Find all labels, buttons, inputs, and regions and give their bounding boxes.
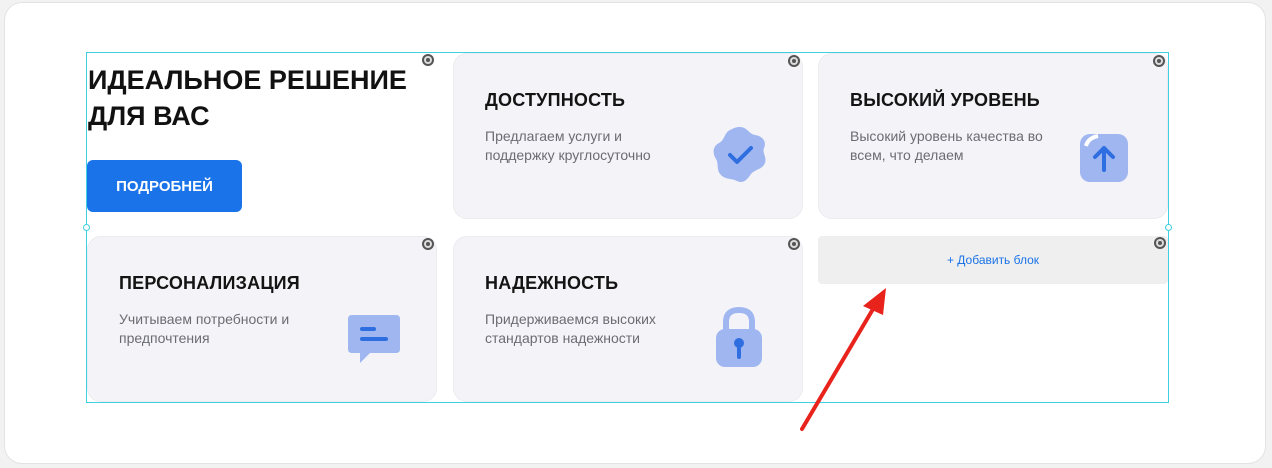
more-button[interactable]: ПОДРОБНЕЙ <box>87 160 242 212</box>
settings-gear-icon[interactable] <box>1152 54 1166 68</box>
feature-card-personalization[interactable]: ПЕРСОНАЛИЗАЦИЯ Учитываем потребности и п… <box>87 236 437 402</box>
settings-gear-icon[interactable] <box>1153 236 1167 250</box>
card-title: ВЫСОКИЙ УРОВЕНЬ <box>850 90 1040 110</box>
settings-gear-icon[interactable] <box>421 237 435 251</box>
feature-card-availability[interactable]: ДОСТУПНОСТЬ Предлагаем услуги и поддержк… <box>453 53 803 219</box>
feature-card-reliability[interactable]: НАДЕЖНОСТЬ Придерживаемся высоких станда… <box>453 236 803 402</box>
card-description: Учитываем потребности и предпочтения <box>119 311 290 346</box>
card-title: НАДЕЖНОСТЬ <box>485 273 619 293</box>
feature-card-high-level[interactable]: ВЫСОКИЙ УРОВЕНЬ Высокий уровень качества… <box>818 53 1168 219</box>
settings-gear-icon[interactable] <box>787 54 801 68</box>
resize-handle-right[interactable] <box>1165 224 1172 231</box>
card-title: ПЕРСОНАЛИЗАЦИЯ <box>119 273 300 293</box>
settings-gear-icon[interactable] <box>421 53 435 67</box>
badge-check-icon <box>713 127 766 183</box>
chat-bubble-icon <box>348 315 400 363</box>
settings-gear-icon[interactable] <box>787 237 801 251</box>
card-description: Высокий уровень качества во всем, что де… <box>850 128 1043 163</box>
padlock-icon <box>716 306 762 367</box>
arrow-up-icon <box>1080 134 1128 182</box>
card-description: Предлагаем услуги и поддержку круглосуто… <box>485 128 651 163</box>
add-block-button[interactable]: + Добавить блок <box>818 236 1168 284</box>
hero-title: ИДЕАЛЬНОЕ РЕШЕНИЕ ДЛЯ ВАС <box>88 65 407 131</box>
card-title: ДОСТУПНОСТЬ <box>485 90 626 110</box>
card-description: Придерживаемся высоких стандартов надежн… <box>485 311 656 346</box>
annotation-arrow <box>800 288 886 431</box>
resize-handle-left[interactable] <box>83 224 90 231</box>
